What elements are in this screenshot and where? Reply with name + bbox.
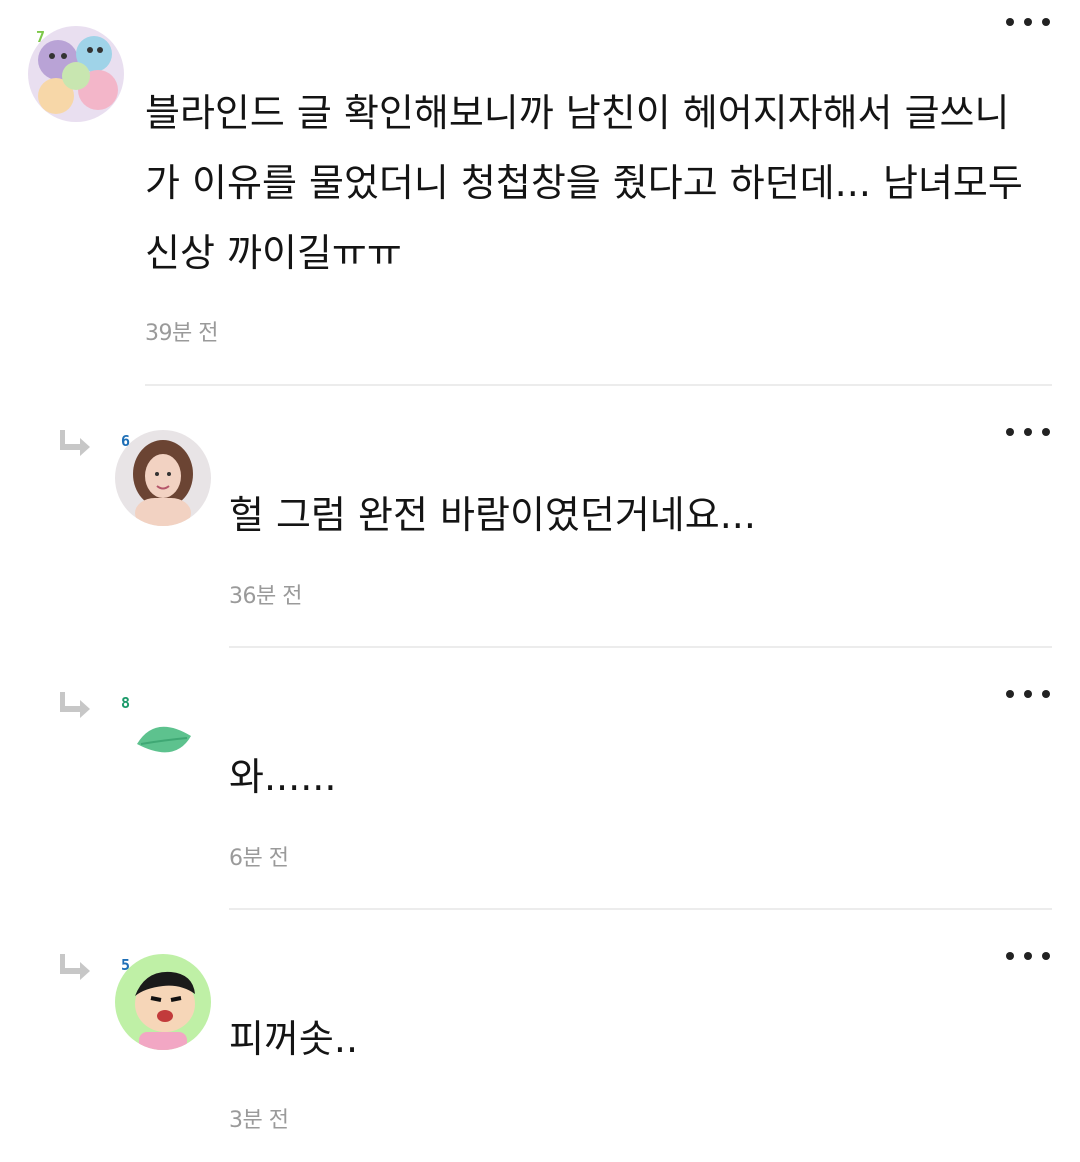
- reply-arrow-icon: [60, 692, 90, 718]
- more-options-icon[interactable]: [1006, 12, 1050, 32]
- user-level-badge: 8: [121, 694, 131, 712]
- reply-item: 8 와...... 6분 전: [0, 650, 1080, 912]
- reply-item: 5 피꺼솟.. 3분 전: [0, 912, 1080, 1162]
- comment-timestamp: 6분 전: [229, 846, 289, 871]
- reply-item: 6 헐 그럼 완전 바람이였던거네요... 36분 전: [0, 388, 1080, 650]
- more-options-icon[interactable]: [1006, 684, 1050, 704]
- comment-timestamp: 39분 전: [145, 321, 218, 346]
- reply-arrow-icon: [60, 430, 90, 456]
- divider: [229, 908, 1052, 910]
- user-level-badge: 7: [36, 28, 46, 46]
- comment-text: 블라인드 글 확인해보니까 남친이 헤어지자해서 글쓰니가 이유를 물었더니 청…: [145, 91, 1023, 275]
- divider: [145, 384, 1052, 386]
- more-options-icon[interactable]: [1006, 946, 1050, 966]
- user-level-badge: 6: [121, 432, 131, 450]
- comment-timestamp: 3분 전: [229, 1108, 289, 1133]
- comment-text: 피꺼솟..: [229, 1017, 359, 1061]
- comment-item: 7 블라인드 글 확인해보니까 남친이 헤어지자해서 글쓰니가 이유를 물었더니…: [0, 0, 1080, 388]
- divider: [229, 646, 1052, 648]
- user-level-badge: 5: [121, 956, 131, 974]
- reply-arrow-icon: [60, 954, 90, 980]
- more-options-icon[interactable]: [1006, 422, 1050, 442]
- comment-text: 헐 그럼 완전 바람이였던거네요...: [229, 493, 756, 537]
- comment-text: 와......: [229, 755, 337, 799]
- comment-timestamp: 36분 전: [229, 584, 302, 609]
